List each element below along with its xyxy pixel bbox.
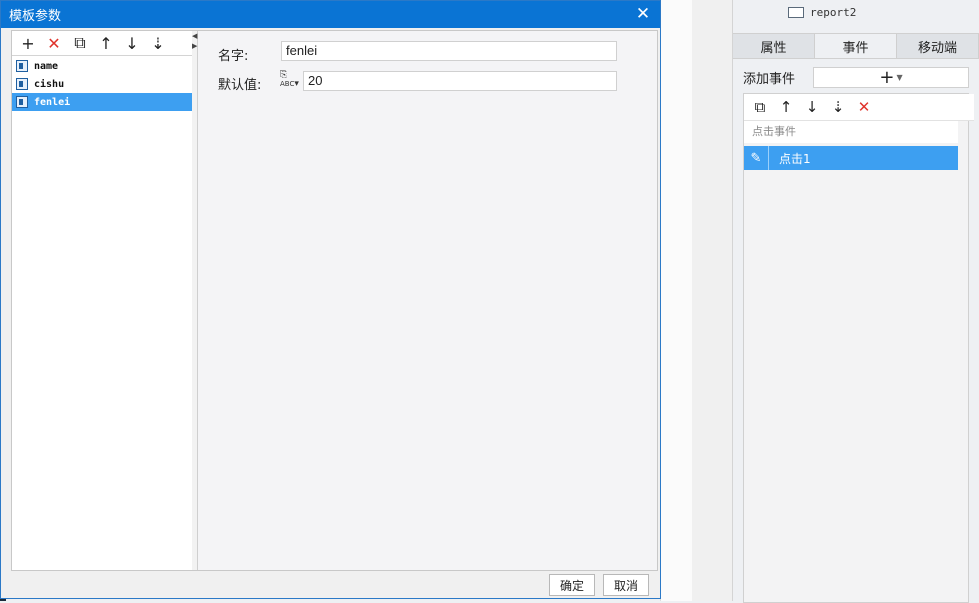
list-item[interactable]: cishu	[12, 75, 192, 93]
collapse-right-icon[interactable]: ▶	[192, 42, 197, 50]
add-event-button[interactable]: + ▼	[813, 67, 969, 88]
list-item-selected[interactable]: fenlei	[12, 93, 192, 111]
event-group-header: 点击事件	[744, 121, 958, 143]
type-icon-text: ABC	[280, 80, 295, 88]
param-name: fenlei	[34, 96, 71, 108]
dialog-footer: 确定 取消	[1, 572, 660, 598]
dropdown-arrow-icon: ▼	[896, 73, 903, 82]
ok-button[interactable]: 确定	[549, 574, 595, 596]
param-name: name	[34, 60, 59, 72]
plus-icon: +	[879, 67, 895, 88]
edit-icon[interactable]: ✎	[744, 146, 769, 170]
sort-icon[interactable]: ⇣	[828, 97, 848, 117]
list-item[interactable]: name	[12, 57, 192, 75]
param-toolbar: + ✕ ⧉ ↑ ↓ ⇣	[12, 31, 198, 55]
dialog-content: + ✕ ⧉ ↑ ↓ ⇣ name cishu fenlei ◀ ▶ 名字: fe…	[11, 30, 658, 571]
value-type-icon[interactable]: ⎘ ABC▾	[280, 71, 300, 91]
editor-canvas	[660, 0, 693, 601]
param-list-pane: + ✕ ⧉ ↑ ↓ ⇣ name cishu fenlei	[12, 31, 198, 571]
arrow-up-icon[interactable]: ↑	[96, 33, 116, 53]
template-params-dialog: 模板参数 ✕ + ✕ ⧉ ↑ ↓ ⇣ name cishu fenlei ◀ ▶…	[0, 0, 661, 599]
add-icon[interactable]: +	[18, 33, 38, 53]
arrow-down-icon[interactable]: ↓	[122, 33, 142, 53]
param-icon	[16, 78, 28, 90]
add-event-label: 添加事件	[743, 72, 796, 87]
tab-mobile[interactable]: 移动端	[897, 34, 979, 58]
name-input[interactable]: fenlei	[281, 41, 617, 61]
copy-icon[interactable]: ⧉	[70, 33, 90, 53]
dialog-title: 模板参数	[9, 9, 62, 24]
event-list-box: ⧉ ↑ ↓ ⇣ ✕ 点击事件 ✎ 点击1	[743, 93, 974, 603]
name-label: 名字:	[218, 49, 249, 64]
param-icon	[16, 60, 28, 72]
delete-icon[interactable]: ✕	[854, 97, 874, 117]
tab-properties[interactable]: 属性	[733, 34, 815, 58]
cancel-button[interactable]: 取消	[603, 574, 649, 596]
param-name: cishu	[34, 78, 65, 90]
event-toolbar: ⧉ ↑ ↓ ⇣ ✕	[744, 94, 974, 121]
delete-icon[interactable]: ✕	[44, 33, 64, 53]
dialog-title-bar[interactable]: 模板参数 ✕	[1, 1, 660, 28]
tree-item-label: report2	[810, 6, 857, 19]
event-row[interactable]: ✎ 点击1	[744, 146, 958, 170]
panel-tabs: 属性 事件 移动端	[733, 33, 979, 59]
arrow-up-icon[interactable]: ↑	[776, 97, 796, 117]
param-detail-pane: 名字: fenlei 默认值: ⎘ ABC▾ 20	[198, 31, 657, 570]
arrow-down-icon[interactable]: ↓	[802, 97, 822, 117]
collapse-left-icon[interactable]: ◀	[192, 32, 197, 40]
default-value-input[interactable]: 20	[303, 71, 617, 91]
right-side-panel: report2 属性 事件 移动端 添加事件 + ▼ ⧉ ↑ ↓ ⇣ ✕ 点击事…	[733, 0, 979, 603]
param-list: name cishu fenlei	[12, 55, 192, 571]
event-label: 点击1	[779, 151, 811, 166]
widget-icon	[788, 7, 804, 18]
close-icon[interactable]: ✕	[634, 4, 652, 24]
param-icon	[16, 96, 28, 108]
sort-icon[interactable]: ⇣	[148, 33, 168, 53]
default-value-label: 默认值:	[218, 78, 262, 93]
copy-icon[interactable]: ⧉	[750, 97, 770, 117]
tree-item-report2[interactable]: report2	[788, 6, 856, 19]
editor-gap	[692, 0, 733, 601]
tab-events[interactable]: 事件	[815, 34, 897, 58]
